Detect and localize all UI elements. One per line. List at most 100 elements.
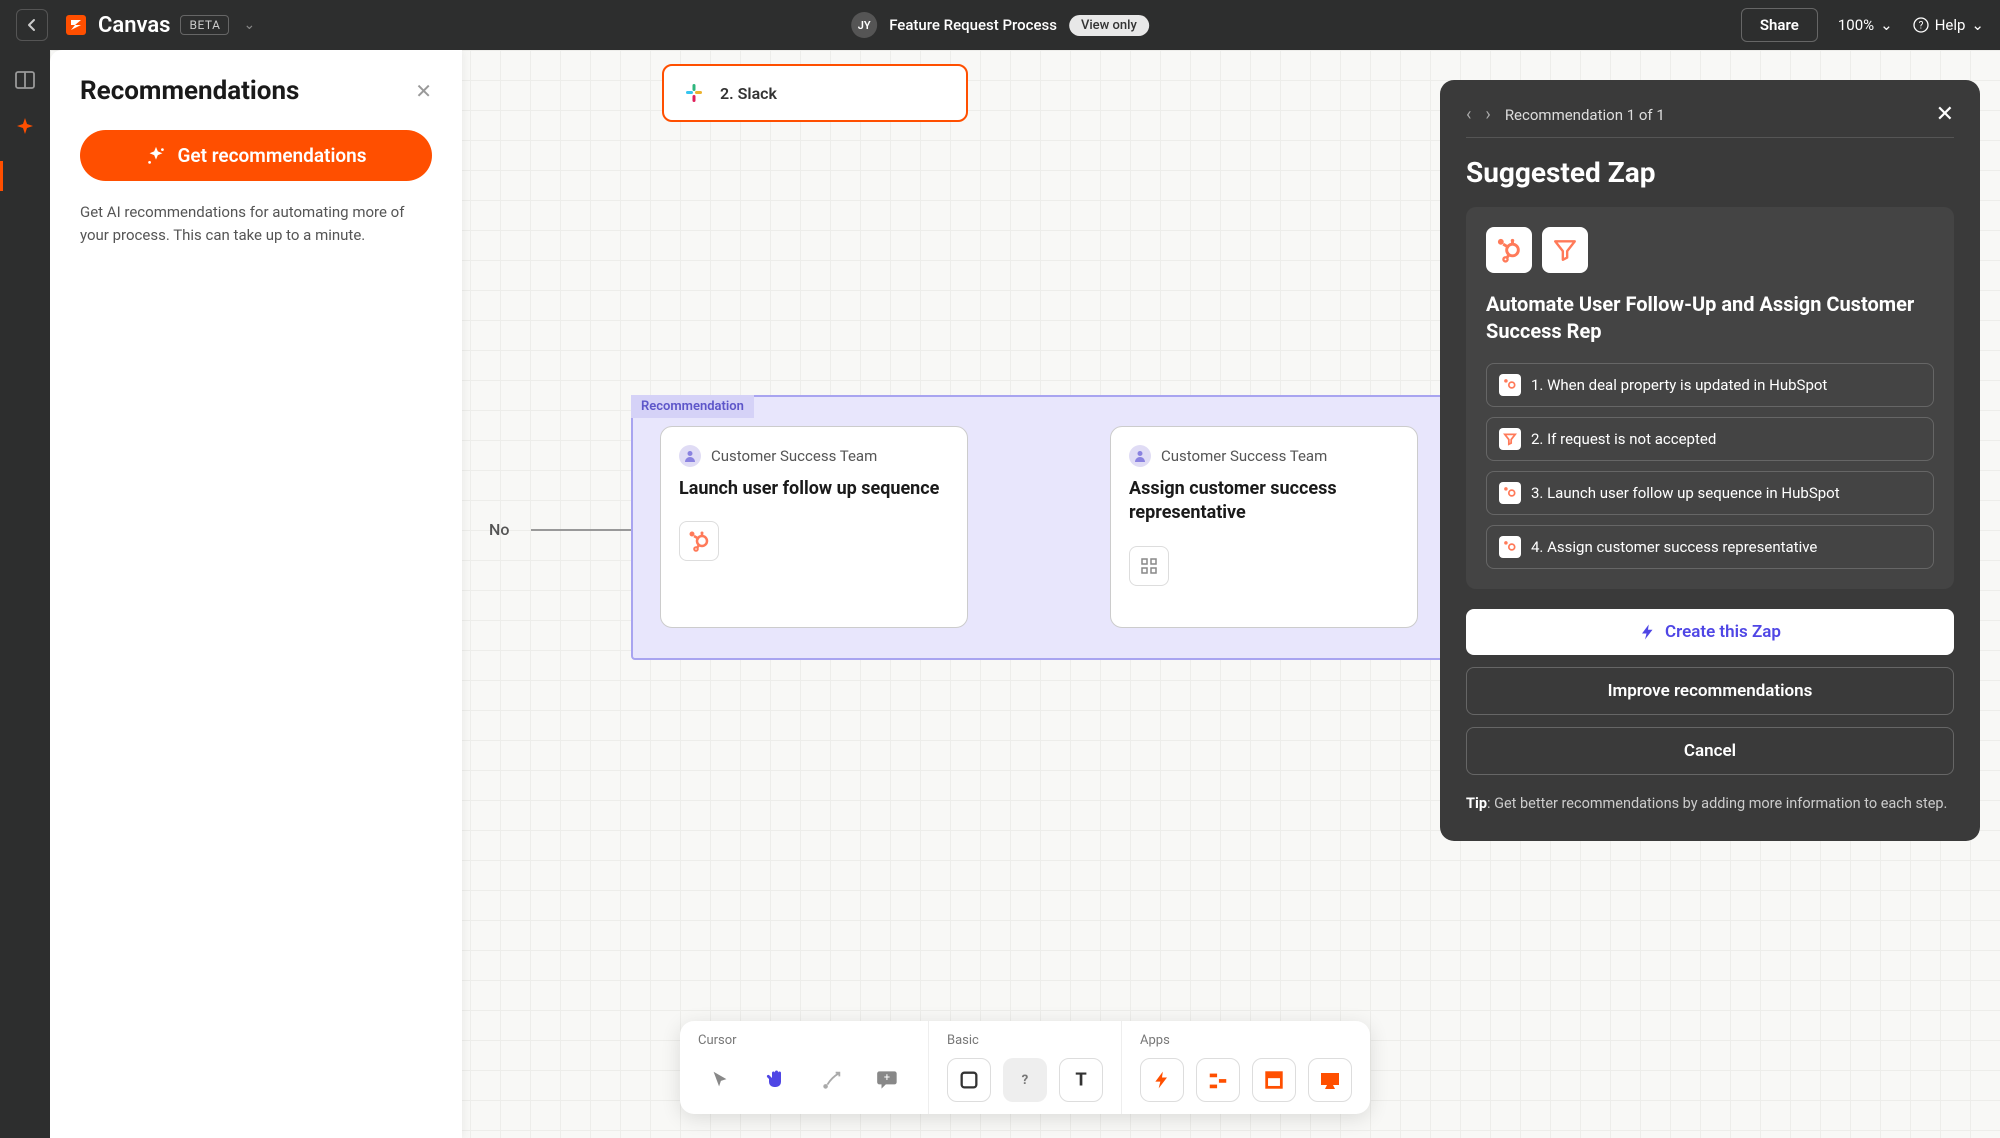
suggested-zap-panel: ‹ › Recommendation 1 of 1 ✕ Suggested Za… — [1440, 80, 1980, 841]
text-icon: T — [1070, 1069, 1092, 1091]
hubspot-icon — [1499, 536, 1521, 558]
help-icon: ? — [1913, 17, 1929, 33]
next-recommendation-button[interactable]: › — [1485, 104, 1490, 125]
text-tool[interactable]: T — [1059, 1058, 1103, 1102]
recommendation-group-label: Recommendation — [631, 395, 754, 418]
chevron-down-icon[interactable]: ⌄ — [243, 17, 255, 33]
table-icon — [1263, 1069, 1285, 1091]
edge-label-no: No — [489, 520, 509, 539]
topbar-center: JY Feature Request Process View only — [851, 12, 1149, 38]
tip-text: : Get better recommendations by adding m… — [1487, 795, 1947, 812]
zap-step[interactable]: 3. Launch user follow up sequence in Hub… — [1486, 471, 1934, 515]
zap-body: Automate User Follow-Up and Assign Custo… — [1466, 207, 1954, 589]
connect-icon — [821, 1069, 843, 1091]
chevron-down-icon: ⌄ — [1971, 16, 1984, 34]
document-title[interactable]: Feature Request Process — [889, 16, 1057, 34]
canvas-card-followup[interactable]: Customer Success Team Launch user follow… — [660, 426, 968, 628]
arrow-left-icon — [24, 17, 40, 33]
slack-icon — [682, 81, 706, 105]
zap-step[interactable]: 2. If request is not accepted — [1486, 417, 1934, 461]
canvas-area[interactable]: Recommendations ✕ Get recommendations Ge… — [50, 50, 2000, 1138]
app-name: Canvas — [98, 13, 170, 38]
square-icon — [958, 1069, 980, 1091]
toolbar-section-label: Apps — [1140, 1033, 1352, 1048]
canvas-card-assign[interactable]: Customer Success Team Assign customer su… — [1110, 426, 1418, 628]
svg-text:+: + — [884, 1071, 890, 1084]
app-logo-block: Canvas BETA ⌄ — [64, 13, 255, 38]
hubspot-icon — [1499, 374, 1521, 396]
sparkle-icon — [145, 145, 167, 167]
tip-bold: Tip — [1466, 795, 1487, 812]
zap-tip: Tip: Get better recommendations by addin… — [1466, 793, 1954, 815]
share-button[interactable]: Share — [1741, 8, 1818, 42]
sparkle-icon[interactable] — [13, 116, 37, 140]
slack-node[interactable]: 2. Slack — [662, 64, 968, 122]
close-button[interactable]: ✕ — [415, 79, 432, 103]
card-title: Launch user follow up sequence — [679, 477, 949, 501]
zap-panel-title: Suggested Zap — [1466, 156, 1954, 189]
interface-tool[interactable] — [1308, 1058, 1352, 1102]
svg-text:T: T — [1075, 1070, 1086, 1091]
zap-subtitle: Automate User Follow-Up and Assign Custo… — [1486, 291, 1934, 345]
recommendation-counter: Recommendation 1 of 1 — [1505, 106, 1665, 124]
zap-step[interactable]: 4. Assign customer success representativ… — [1486, 525, 1934, 569]
close-button[interactable]: ✕ — [1936, 102, 1954, 127]
zap-tool[interactable] — [1140, 1058, 1184, 1102]
user-avatar[interactable]: JY — [851, 12, 877, 38]
view-only-badge: View only — [1069, 15, 1149, 36]
hubspot-badge — [679, 521, 719, 561]
filter-icon — [1552, 237, 1578, 263]
comment-icon: + — [875, 1067, 901, 1093]
improve-recommendations-button[interactable]: Improve recommendations — [1466, 667, 1954, 715]
question-tool[interactable]: ? — [1003, 1058, 1047, 1102]
zap-step[interactable]: 1. When deal property is updated in HubS… — [1486, 363, 1934, 407]
rectangle-tool[interactable] — [947, 1058, 991, 1102]
card-team-name: Customer Success Team — [1161, 447, 1327, 465]
card-team-name: Customer Success Team — [711, 447, 877, 465]
beta-badge: BETA — [180, 15, 229, 35]
create-zap-button[interactable]: Create this Zap — [1466, 609, 1954, 655]
grid-icon — [1140, 557, 1158, 575]
zap-step-label: 3. Launch user follow up sequence in Hub… — [1531, 484, 1840, 502]
zap-steps: 1. When deal property is updated in HubS… — [1486, 363, 1934, 569]
help-menu[interactable]: ? Help ⌄ — [1913, 16, 1984, 34]
bolt-icon — [1152, 1070, 1172, 1090]
slack-node-label: 2. Slack — [720, 84, 777, 103]
pointer-icon — [709, 1069, 731, 1091]
cancel-button[interactable]: Cancel — [1466, 727, 1954, 775]
svg-text:?: ? — [1918, 21, 1923, 32]
path-tool[interactable] — [1196, 1058, 1240, 1102]
filter-icon — [1499, 428, 1521, 450]
topbar-right: Share 100% ⌄ ? Help ⌄ — [1741, 8, 1984, 42]
pointer-tool[interactable] — [698, 1058, 742, 1102]
card-title: Assign customer success representative — [1129, 477, 1399, 526]
person-icon — [679, 445, 701, 467]
connect-tool[interactable] — [810, 1058, 854, 1102]
comment-tool[interactable]: + — [866, 1058, 910, 1102]
svg-text:?: ? — [1022, 1073, 1029, 1088]
zapier-logo-icon — [64, 13, 88, 37]
left-rail — [0, 50, 50, 1138]
path-icon — [1207, 1069, 1229, 1091]
bolt-icon — [1639, 623, 1657, 641]
help-label: Help — [1935, 16, 1966, 34]
hubspot-icon — [1499, 482, 1521, 504]
zap-step-label: 1. When deal property is updated in HubS… — [1531, 376, 1827, 394]
book-icon[interactable] — [13, 68, 37, 92]
table-tool[interactable] — [1252, 1058, 1296, 1102]
get-recommendations-button[interactable]: Get recommendations — [80, 130, 432, 181]
zoom-value: 100% — [1838, 16, 1874, 34]
chevron-down-icon: ⌄ — [1880, 16, 1893, 34]
zap-step-label: 4. Assign customer success representativ… — [1531, 538, 1817, 556]
question-icon: ? — [1015, 1070, 1035, 1090]
hand-icon — [764, 1068, 788, 1092]
hubspot-icon — [687, 529, 711, 553]
person-icon — [1129, 445, 1151, 467]
apps-badge — [1129, 546, 1169, 586]
zoom-control[interactable]: 100% ⌄ — [1838, 16, 1893, 34]
prev-recommendation-button[interactable]: ‹ — [1466, 104, 1471, 125]
back-button[interactable] — [16, 9, 48, 41]
divider — [1466, 137, 1954, 138]
hand-tool[interactable] — [754, 1058, 798, 1102]
create-zap-label: Create this Zap — [1665, 622, 1781, 642]
